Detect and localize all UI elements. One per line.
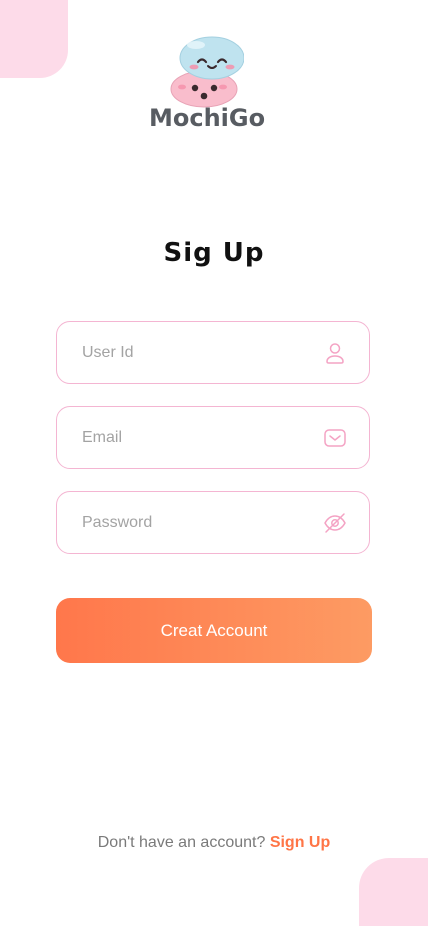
eye-off-icon[interactable] bbox=[323, 511, 347, 535]
decorative-corner-top-left bbox=[0, 0, 68, 78]
signup-prompt-text: Don't have an account? bbox=[97, 834, 266, 851]
user-id-input[interactable] bbox=[82, 322, 312, 383]
mail-icon bbox=[323, 426, 347, 450]
page-title: Sig Up bbox=[163, 238, 265, 268]
password-input[interactable] bbox=[82, 492, 312, 553]
user-id-field[interactable] bbox=[56, 321, 370, 384]
decorative-corner-bottom-right bbox=[359, 858, 428, 926]
email-field[interactable] bbox=[56, 406, 370, 469]
sign-up-link[interactable]: Sign Up bbox=[270, 834, 330, 851]
email-input[interactable] bbox=[82, 407, 312, 468]
user-icon bbox=[323, 341, 347, 365]
brand-logo: MochiGo bbox=[149, 36, 266, 136]
mochi-mascot-icon bbox=[168, 36, 245, 108]
brand-name: MochiGo bbox=[149, 104, 266, 132]
create-account-button[interactable]: Creat Account bbox=[56, 598, 372, 663]
signup-prompt: Don't have an account? Sign Up bbox=[0, 834, 428, 852]
password-field[interactable] bbox=[56, 491, 370, 554]
